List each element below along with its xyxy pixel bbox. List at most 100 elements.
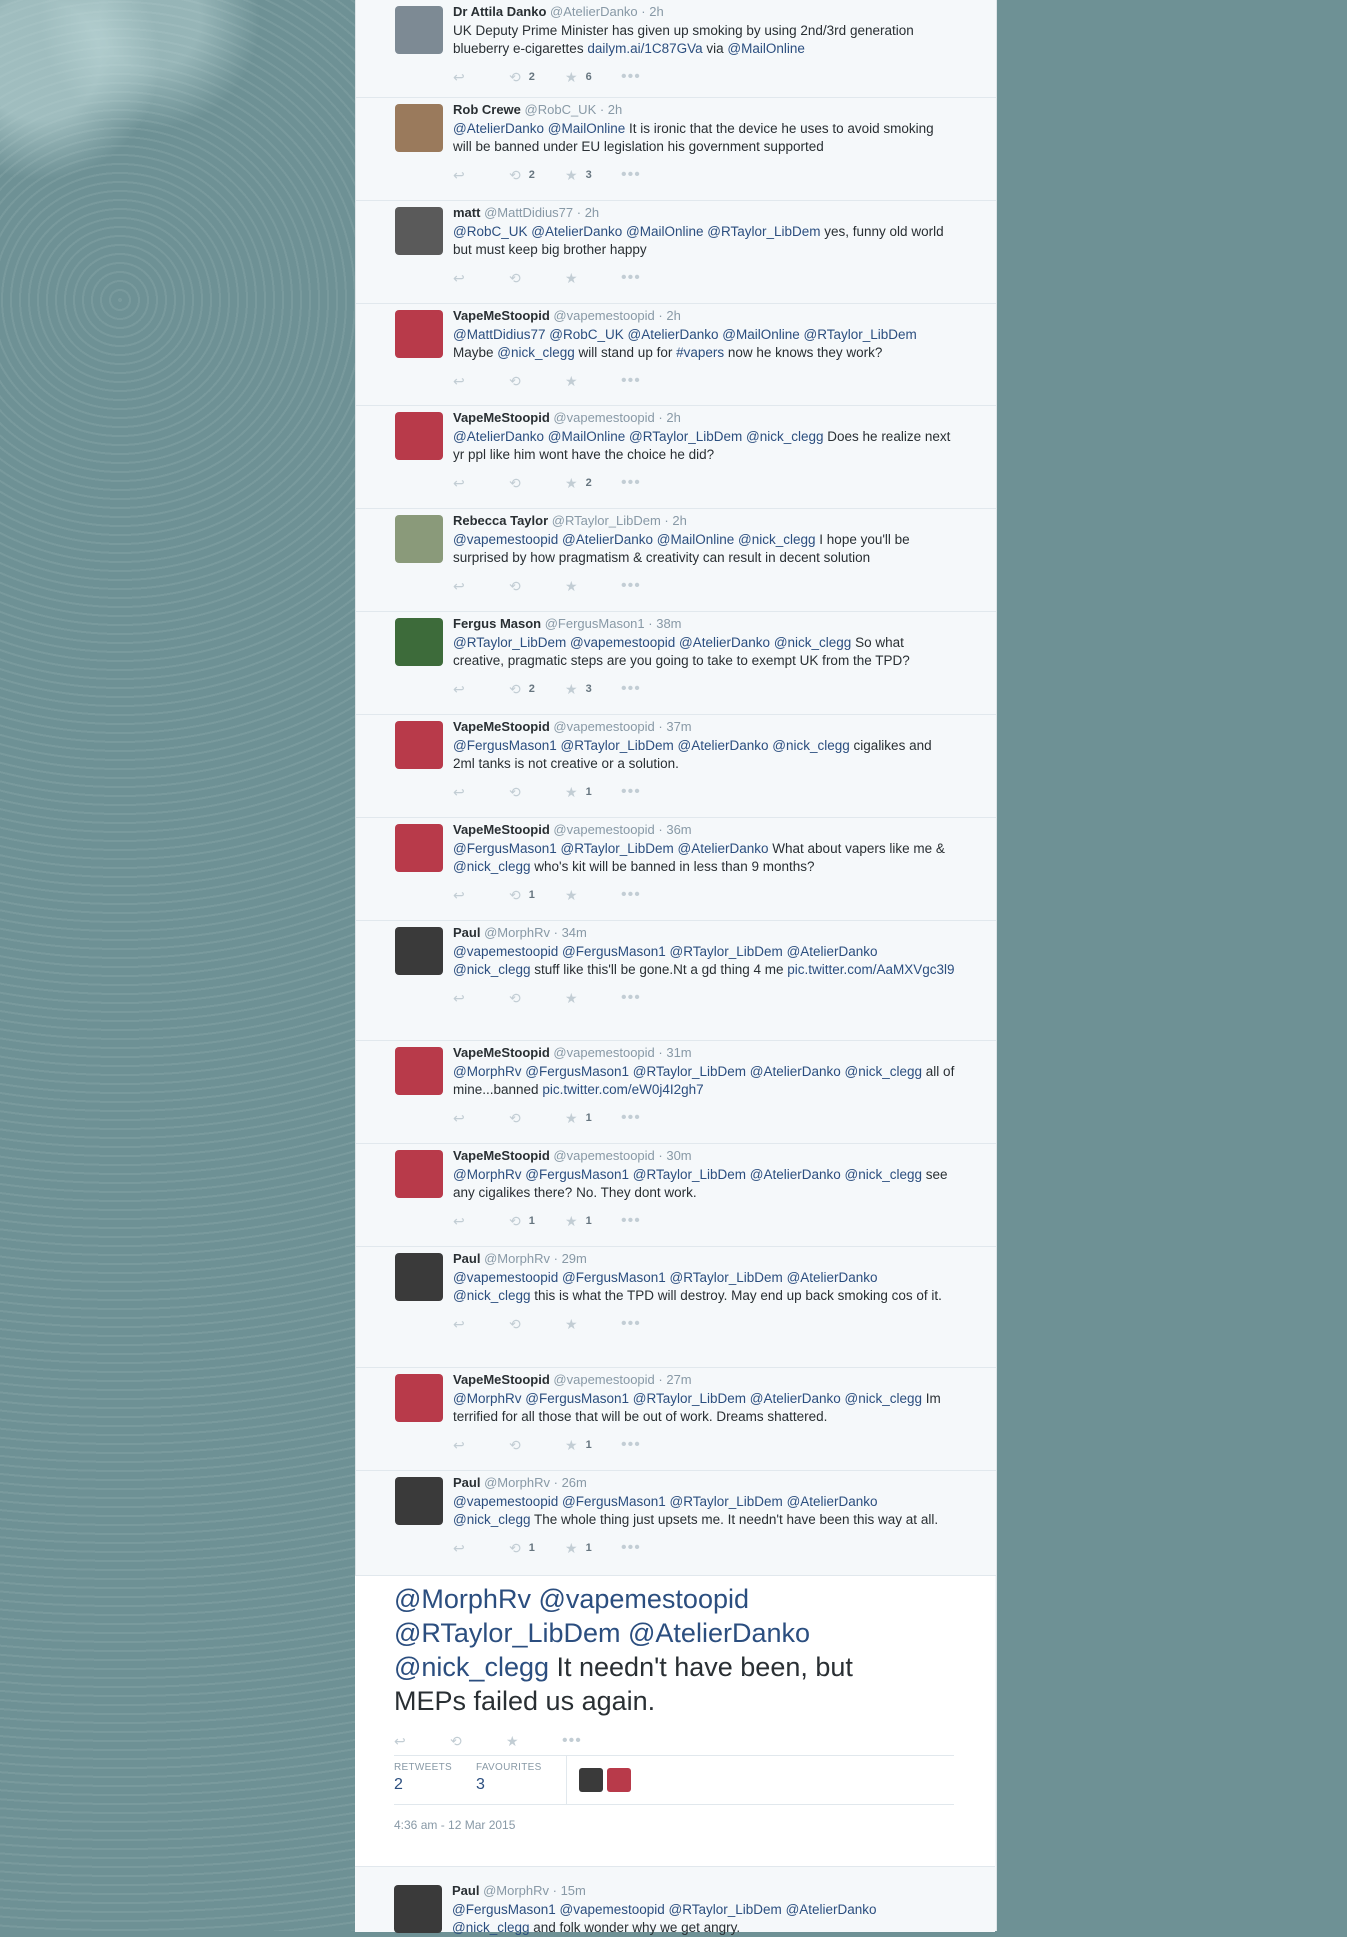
- user-name[interactable]: Rob Crewe: [453, 102, 521, 117]
- mention-link[interactable]: @RTaylor_LibDem: [561, 841, 674, 856]
- tweet-time[interactable]: · 2h: [573, 205, 599, 220]
- tweet[interactable]: VapeMeStoopid @vapemestoopid · 37m @Fergu…: [356, 715, 996, 818]
- mention-link[interactable]: @nick_clegg: [845, 1064, 923, 1079]
- user-handle[interactable]: @vapemestoopid: [550, 822, 654, 837]
- mention-link[interactable]: @nick_clegg: [452, 1920, 530, 1935]
- favorite-button[interactable]: ★ 3: [565, 681, 607, 698]
- mention-link[interactable]: @MorphRv: [453, 1064, 521, 1079]
- retweet-button[interactable]: ⟲: [509, 578, 551, 595]
- mention-link[interactable]: @MailOnline: [626, 224, 703, 239]
- user-handle[interactable]: @vapemestoopid: [550, 410, 654, 425]
- tweet[interactable]: Paul @MorphRv · 29m @vapemestoopid @Fergu…: [356, 1247, 996, 1368]
- more-icon[interactable]: •••: [562, 1732, 582, 1750]
- mention-link[interactable]: @RTaylor_LibDem: [633, 1391, 746, 1406]
- mention-link[interactable]: #vapers: [676, 345, 724, 360]
- retweet-button[interactable]: ⟲: [450, 1733, 492, 1750]
- more-icon[interactable]: •••: [621, 1436, 641, 1454]
- tweet[interactable]: Fergus Mason @FergusMason1 · 38m @RTaylor…: [356, 612, 996, 715]
- mention-link[interactable]: pic.twitter.com/AaMXVgc3l9: [787, 962, 954, 977]
- user-handle[interactable]: @vapemestoopid: [550, 1045, 654, 1060]
- mention-link[interactable]: @RTaylor_LibDem: [804, 327, 917, 342]
- user-handle[interactable]: @FergusMason1: [541, 616, 645, 631]
- reply-button[interactable]: ↩: [453, 69, 495, 86]
- mention-link[interactable]: @FergusMason1: [562, 1270, 666, 1285]
- mention-link[interactable]: @FergusMason1: [525, 1064, 629, 1079]
- mention-link[interactable]: @nick_clegg: [394, 1652, 549, 1682]
- tweet[interactable]: VapeMeStoopid @vapemestoopid · 2h @MattDi…: [356, 304, 996, 406]
- tweet[interactable]: Paul @MorphRv · 26m @vapemestoopid @Fergu…: [356, 1471, 996, 1576]
- favorite-button[interactable]: ★ 1: [565, 1213, 607, 1230]
- avatar[interactable]: [394, 1885, 442, 1933]
- mention-link[interactable]: @AtelierDanko: [786, 1902, 877, 1917]
- mention-link[interactable]: @FergusMason1: [562, 944, 666, 959]
- tweet-time[interactable]: · 38m: [645, 616, 681, 631]
- user-handle[interactable]: @vapemestoopid: [550, 1372, 654, 1387]
- reply-button[interactable]: ↩: [453, 1540, 495, 1557]
- mention-link[interactable]: @AtelierDanko: [679, 635, 770, 650]
- avatar[interactable]: [395, 618, 443, 666]
- user-name[interactable]: VapeMeStoopid: [453, 1148, 550, 1163]
- mention-link[interactable]: @AtelierDanko: [678, 841, 769, 856]
- tweet-time[interactable]: · 29m: [550, 1251, 587, 1266]
- tweet[interactable]: Paul @MorphRv · 15m @FergusMason1 @vapeme…: [355, 1879, 995, 1937]
- reply-button[interactable]: ↩: [394, 1733, 436, 1750]
- favorite-button[interactable]: ★ 1: [565, 1437, 607, 1454]
- favorite-button[interactable]: ★: [565, 578, 607, 595]
- tweet-time[interactable]: · 37m: [655, 719, 691, 734]
- user-handle[interactable]: @MorphRv: [480, 1475, 550, 1490]
- mention-link[interactable]: @vapemestoopid: [453, 1494, 558, 1509]
- mention-link[interactable]: @MorphRv: [453, 1167, 521, 1182]
- mention-link[interactable]: @nick_clegg: [497, 345, 575, 360]
- more-icon[interactable]: •••: [621, 474, 641, 492]
- favorite-button[interactable]: ★: [565, 270, 607, 287]
- tweet-time[interactable]: · 26m: [550, 1475, 587, 1490]
- avatar[interactable]: [395, 515, 443, 563]
- tweet[interactable]: Rebecca Taylor @RTaylor_LibDem · 2h @vape…: [356, 509, 996, 612]
- reply-button[interactable]: ↩: [453, 784, 495, 801]
- favorite-button[interactable]: ★: [565, 373, 607, 390]
- reply-button[interactable]: ↩: [453, 167, 495, 184]
- avatar[interactable]: [395, 1374, 443, 1422]
- tweet-time[interactable]: · 27m: [655, 1372, 691, 1387]
- mention-link[interactable]: @RTaylor_LibDem: [670, 944, 783, 959]
- tweet-time[interactable]: · 2h: [638, 4, 663, 19]
- user-handle[interactable]: @vapemestoopid: [550, 719, 654, 734]
- mention-link[interactable]: @vapemestoopid: [538, 1584, 749, 1614]
- tweet-time[interactable]: · 36m: [655, 822, 691, 837]
- retweet-button[interactable]: ⟲: [509, 1437, 551, 1454]
- mention-link[interactable]: @AtelierDanko: [562, 532, 653, 547]
- tweet[interactable]: matt @MattDidius77 · 2h @RobC_UK @Atelier…: [356, 201, 996, 304]
- mention-link[interactable]: @RobC_UK: [549, 327, 623, 342]
- reply-button[interactable]: ↩: [453, 578, 495, 595]
- mention-link[interactable]: dailym.ai/1C87GVa: [587, 41, 702, 56]
- user-name[interactable]: VapeMeStoopid: [453, 1045, 550, 1060]
- mention-link[interactable]: @AtelierDanko: [531, 224, 622, 239]
- retweet-button[interactable]: ⟲: [509, 270, 551, 287]
- reply-button[interactable]: ↩: [453, 681, 495, 698]
- user-handle[interactable]: @MorphRv: [479, 1883, 549, 1898]
- tweet[interactable]: Paul @MorphRv · 34m @vapemestoopid @Fergu…: [356, 921, 996, 1041]
- retweet-button[interactable]: ⟲: [509, 1110, 551, 1127]
- mention-link[interactable]: @MailOnline: [722, 327, 799, 342]
- mention-link[interactable]: @nick_clegg: [453, 859, 531, 874]
- more-icon[interactable]: •••: [621, 269, 641, 287]
- favorite-button[interactable]: ★ 1: [565, 1540, 607, 1557]
- mention-link[interactable]: pic.twitter.com/eW0j4I2gh7: [542, 1082, 703, 1097]
- tweet-time[interactable]: · 15m: [549, 1883, 586, 1898]
- mention-link[interactable]: @RTaylor_LibDem: [453, 635, 566, 650]
- mention-link[interactable]: @FergusMason1: [453, 738, 557, 753]
- mention-link[interactable]: @MailOnline: [727, 41, 804, 56]
- user-handle[interactable]: @RTaylor_LibDem: [548, 513, 661, 528]
- reply-button[interactable]: ↩: [453, 373, 495, 390]
- tweet-time[interactable]: · 2h: [655, 410, 680, 425]
- tweet[interactable]: Dr Attila Danko @AtelierDanko · 2h UK Dep…: [356, 0, 996, 98]
- favorite-button[interactable]: ★ 6: [565, 69, 607, 86]
- favorite-button[interactable]: ★: [565, 1316, 607, 1333]
- more-icon[interactable]: •••: [621, 680, 641, 698]
- mention-link[interactable]: @MailOnline: [548, 121, 625, 136]
- mention-link[interactable]: @AtelierDanko: [628, 1618, 810, 1648]
- mention-link[interactable]: @RTaylor_LibDem: [633, 1064, 746, 1079]
- mention-link[interactable]: @nick_clegg: [453, 1288, 531, 1303]
- more-icon[interactable]: •••: [621, 1109, 641, 1127]
- mention-link[interactable]: @vapemestoopid: [453, 532, 558, 547]
